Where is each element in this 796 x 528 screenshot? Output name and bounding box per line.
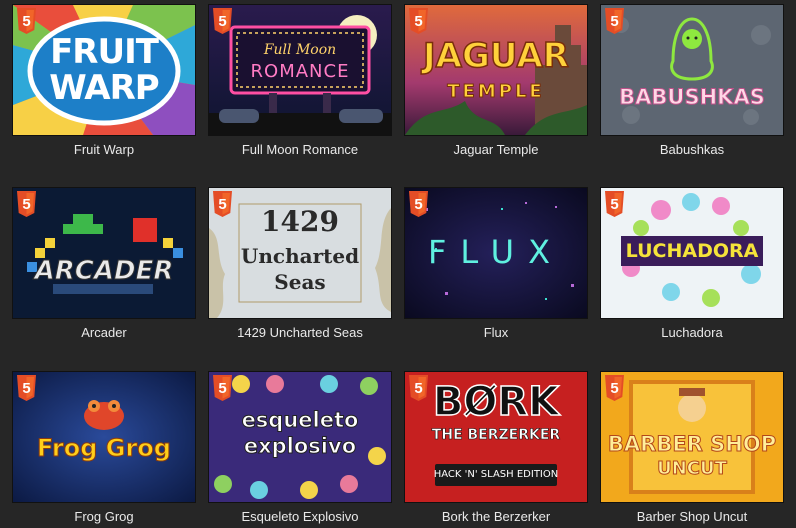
html5-badge-icon: 5 xyxy=(16,375,37,401)
game-logo-line: ROMANCE xyxy=(250,61,350,82)
html5-badge-icon: 5 xyxy=(212,8,233,34)
game-title[interactable]: Esqueleto Explosivo xyxy=(208,509,392,524)
game-thumbnail[interactable]: 5 esqueleto explosivo xyxy=(208,371,392,503)
svg-text:5: 5 xyxy=(610,380,618,397)
html5-badge-icon: 5 xyxy=(408,8,429,34)
game-tile-bork-the-berzerker[interactable]: 5 BØRK THE BERZERKER HACK 'N' SLASH EDIT… xyxy=(404,371,588,524)
html5-badge-icon: 5 xyxy=(604,8,625,34)
svg-text:5: 5 xyxy=(218,380,226,397)
game-logo-line: FLUX xyxy=(428,233,564,271)
game-title[interactable]: 1429 Uncharted Seas xyxy=(208,325,392,340)
game-tile-barber-shop-uncut[interactable]: 5 BARBER SHOP UNCUT Barber Shop Uncut xyxy=(600,371,784,524)
svg-text:5: 5 xyxy=(218,13,226,30)
svg-text:5: 5 xyxy=(414,380,422,397)
html5-badge-icon: 5 xyxy=(212,191,233,217)
game-title[interactable]: Flux xyxy=(404,325,588,340)
svg-text:5: 5 xyxy=(218,196,226,213)
svg-text:5: 5 xyxy=(22,13,30,30)
game-logo-line: Frog Grog xyxy=(37,434,172,462)
game-logo-line: explosivo xyxy=(243,434,357,458)
game-logo-line: esqueleto xyxy=(241,408,359,432)
game-logo-line: HACK 'N' SLASH EDITION xyxy=(433,469,559,480)
svg-text:5: 5 xyxy=(610,13,618,30)
game-logo-line: FRUIT xyxy=(50,32,159,72)
game-thumbnail[interactable]: 5 1429 Uncharted Seas xyxy=(208,187,392,319)
game-thumbnail[interactable]: 5 Full Moon ROMANCE xyxy=(208,4,392,136)
game-logo-line: ARCADER xyxy=(34,256,174,286)
game-logo-line: TEMPLE xyxy=(447,81,545,102)
html5-badge-icon: 5 xyxy=(408,375,429,401)
svg-text:5: 5 xyxy=(22,380,30,397)
game-logo-line: BARBER SHOP xyxy=(607,432,777,456)
game-tile-full-moon-romance[interactable]: 5 Full Moon ROMANCE Full Moon Romance xyxy=(208,4,392,157)
game-thumbnail[interactable]: 5 BØRK THE BERZERKER HACK 'N' SLASH EDIT… xyxy=(404,371,588,503)
game-tile-luchadora[interactable]: 5 LUCHADORA Luchadora xyxy=(600,187,784,340)
game-logo-line: BABUSHKAS xyxy=(619,85,766,109)
html5-badge-icon: 5 xyxy=(16,191,37,217)
svg-text:5: 5 xyxy=(610,196,618,213)
game-tile-fruit-warp[interactable]: 5 FRUIT WARP Fruit Warp xyxy=(12,4,196,157)
html5-badge-icon: 5 xyxy=(408,191,429,217)
game-title[interactable]: Luchadora xyxy=(600,325,784,340)
game-tile-arcader[interactable]: 5 ARCADER Arcader xyxy=(12,187,196,340)
game-logo-line: LUCHADORA xyxy=(625,240,759,262)
game-title[interactable]: Full Moon Romance xyxy=(208,142,392,157)
svg-text:5: 5 xyxy=(22,196,30,213)
game-thumbnail[interactable]: 5 BARBER SHOP UNCUT xyxy=(600,371,784,503)
html5-badge-icon: 5 xyxy=(212,375,233,401)
game-logo-line: Uncharted xyxy=(240,244,360,268)
game-title[interactable]: Babushkas xyxy=(600,142,784,157)
babushkas-artwork xyxy=(601,5,783,135)
game-title[interactable]: Barber Shop Uncut xyxy=(600,509,784,524)
game-thumbnail[interactable]: 5 ARCADER xyxy=(12,187,196,319)
game-logo-line: 1429 xyxy=(261,205,339,238)
html5-badge-icon: 5 xyxy=(16,8,37,34)
game-tile-1429-uncharted-seas[interactable]: 5 1429 Uncharted Seas 1429 Uncharted Sea… xyxy=(208,187,392,340)
html5-badge-icon: 5 xyxy=(604,375,625,401)
game-logo-line: Seas xyxy=(274,270,326,294)
game-thumbnail[interactable]: 5 Frog Grog xyxy=(12,371,196,503)
arcader-artwork xyxy=(13,188,195,318)
game-title[interactable]: Arcader xyxy=(12,325,196,340)
game-thumbnail[interactable]: 5 FLUX xyxy=(404,187,588,319)
svg-text:5: 5 xyxy=(414,13,422,30)
game-tile-esqueleto-explosivo[interactable]: 5 esqueleto explosivo Esqueleto Explosiv… xyxy=(208,371,392,524)
game-logo-line: THE BERZERKER xyxy=(431,427,561,443)
game-logo-line: Full Moon xyxy=(263,42,337,58)
game-logo-line: BØRK xyxy=(432,379,560,425)
game-thumbnail[interactable]: 5 JAGUAR TEMPLE xyxy=(404,4,588,136)
game-thumbnail[interactable]: 5 FRUIT WARP xyxy=(12,4,196,136)
svg-text:5: 5 xyxy=(414,196,422,213)
game-tile-frog-grog[interactable]: 5 Frog Grog Frog Grog xyxy=(12,371,196,524)
game-logo-line: UNCUT xyxy=(657,458,728,479)
game-tile-jaguar-temple[interactable]: 5 JAGUAR TEMPLE Jaguar Temple xyxy=(404,4,588,157)
game-logo-line: JAGUAR xyxy=(422,36,569,76)
game-thumbnail[interactable]: 5 BABUSHKAS xyxy=(600,4,784,136)
game-title[interactable]: Jaguar Temple xyxy=(404,142,588,157)
game-tile-babushkas[interactable]: 5 BABUSHKAS Babushkas xyxy=(600,4,784,157)
game-thumbnail[interactable]: 5 LUCHADORA xyxy=(600,187,784,319)
game-title[interactable]: Bork the Berzerker xyxy=(404,509,588,524)
html5-badge-icon: 5 xyxy=(604,191,625,217)
game-title[interactable]: Fruit Warp xyxy=(12,142,196,157)
game-tile-flux[interactable]: 5 FLUX Flux xyxy=(404,187,588,340)
game-title[interactable]: Frog Grog xyxy=(12,509,196,524)
game-logo-line: WARP xyxy=(49,68,159,108)
